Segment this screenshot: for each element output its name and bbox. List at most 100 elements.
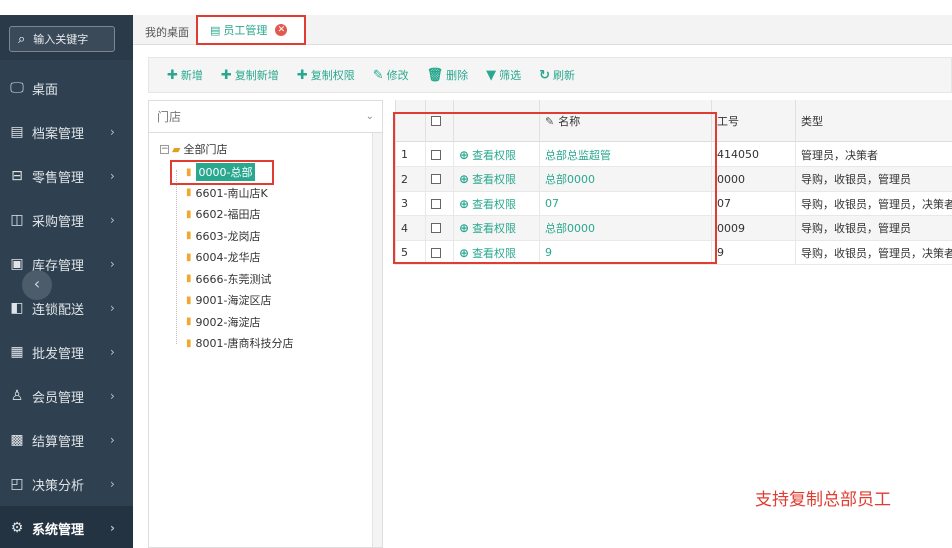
sidebar-item-3[interactable]: ⊟ 零售管理 › — [0, 154, 133, 198]
table-row[interactable]: 4 ⊕ 查看权限 总部0000 0009 导购，收银员，管理员 — [396, 215, 952, 241]
header-checkbox-cell — [426, 100, 454, 142]
row-checkbox[interactable] — [431, 174, 441, 184]
store-file-icon: ▮ — [186, 337, 192, 349]
table-row[interactable]: 2 ⊕ 查看权限 总部0000 0000 导购，收银员，管理员 — [396, 166, 952, 192]
tree-node-label: 6601-南山店K — [195, 186, 268, 200]
tree-node-store[interactable]: ▮ 6601-南山店K — [186, 185, 268, 201]
store-select-label: 门店 — [157, 110, 182, 124]
row-name[interactable]: 总部0000 — [540, 215, 712, 241]
row-number: 2 — [396, 166, 426, 192]
sidebar-item-label: 决策分析 — [32, 478, 85, 494]
row-number-text: 5 — [401, 246, 408, 259]
view-permission-link[interactable]: ⊕ 查看权限 — [459, 171, 516, 187]
row-checkbox[interactable] — [431, 198, 441, 209]
row-type: 导购，收银员，管理员，决策者 — [796, 191, 952, 216]
sidebar-item-label: 采购管理 — [32, 214, 85, 230]
row-name[interactable]: 总部总监超管 — [540, 142, 712, 167]
header-name[interactable]: ✎ 名称 — [540, 100, 712, 142]
sidebar-item-1[interactable]: 🖵 桌面 — [0, 66, 133, 110]
collapse-toggle-icon[interactable]: − — [160, 144, 169, 154]
copy-permission-button-label: 复制权限 — [310, 69, 355, 82]
table-row[interactable]: 3 ⊕ 查看权限 07 07 导购，收银员，管理员，决策者 — [396, 191, 952, 216]
row-name[interactable]: 9 — [540, 240, 712, 265]
chevron-right-icon: › — [110, 389, 115, 403]
zoom-in-icon: ⊕ — [459, 196, 470, 211]
row-name[interactable]: 总部0000 — [540, 166, 712, 192]
sidebar-item-label: 会员管理 — [32, 390, 85, 406]
tree-root-node[interactable]: − ▰ 全部门店 — [160, 141, 227, 157]
search-input[interactable]: ⌕ 输入关键字 — [9, 26, 115, 52]
table-row[interactable]: 5 ⊕ 查看权限 9 9 导购，收银员，管理员，决策者 — [396, 240, 952, 265]
view-permission-link[interactable]: ⊕ 查看权限 — [459, 220, 516, 236]
tree-node-store[interactable]: ▮ 6004-龙华店 — [186, 249, 260, 265]
store-file-icon: ▮ — [186, 187, 192, 198]
row-type: 导购，收银员，管理员 — [796, 216, 952, 241]
row-checkbox[interactable] — [431, 223, 441, 233]
collapse-sidebar-button[interactable]: ‹ — [22, 270, 52, 300]
copy-add-button-label: 复制新增 — [234, 69, 279, 82]
sidebar-item-9[interactable]: ▩ 结算管理 › — [0, 418, 133, 462]
header-name-label: 名称 — [558, 115, 581, 128]
employee-name: 总部0000 — [545, 173, 595, 186]
archive-icon: ▤ — [10, 124, 24, 140]
employee-name: 总部0000 — [545, 222, 595, 235]
delete-button[interactable]: 🗑 删除 — [427, 67, 469, 83]
refresh-button[interactable]: ↻ 刷新 — [539, 67, 575, 83]
sidebar-item-2[interactable]: ▤ 档案管理 › — [0, 110, 133, 154]
row-checkbox[interactable] — [431, 149, 441, 160]
row-name[interactable]: 07 — [540, 191, 712, 216]
sidebar-item-label: 桌面 — [32, 82, 59, 98]
close-tab-icon[interactable]: ✕ — [275, 24, 288, 36]
sidebar-item-label: 结算管理 — [32, 434, 85, 450]
sidebar-item-7[interactable]: ▦ 批发管理 › — [0, 330, 133, 374]
view-permission-label: 查看权限 — [472, 197, 517, 211]
sidebar-item-4[interactable]: ◫ 采购管理 › — [0, 198, 133, 242]
tree-node-store[interactable]: ▮ 9002-海淀店 — [186, 314, 260, 330]
chevron-right-icon: › — [110, 301, 115, 315]
tab-employee-management[interactable]: ▤ 员工管理 ✕ — [196, 15, 306, 45]
chevron-right-icon: › — [110, 345, 115, 359]
row-permission: ⊕ 查看权限 — [454, 191, 540, 216]
tree-node-store[interactable]: ▮ 6602-福田店 — [186, 206, 260, 222]
zoom-in-icon: ⊕ — [459, 221, 470, 235]
view-permission-link[interactable]: ⊕ 查看权限 — [459, 196, 516, 212]
sidebar-item-6[interactable]: ◧ 连锁配送 › — [0, 286, 133, 330]
purchase-icon: ◫ — [10, 212, 24, 228]
add-button[interactable]: ✚ 新增 — [167, 67, 203, 83]
sidebar-item-11[interactable]: ⚙ 系统管理 › — [0, 506, 133, 548]
tree-node-store[interactable]: ▮ 9001-海淀区店 — [186, 292, 271, 308]
row-permission: ⊕ 查看权限 — [454, 240, 540, 265]
table-row[interactable]: 1 ⊕ 查看权限 总部总监超管 414050 管理员，决策者 — [396, 142, 952, 167]
select-all-checkbox[interactable] — [431, 116, 441, 126]
header-code[interactable]: 工号 — [712, 100, 796, 142]
tree-node-store[interactable]: ▮ 6666-东莞测试 — [186, 271, 271, 287]
employee-name: 07 — [545, 197, 559, 210]
tree-node-store[interactable]: ▮ 8001-唐商科技分店 — [186, 335, 293, 351]
edit-button[interactable]: ✎ 修改 — [373, 67, 409, 83]
tree-node-store[interactable]: ▮ 6603-龙岗店 — [186, 228, 260, 244]
store-select[interactable]: 门店 ⌄ — [149, 101, 382, 133]
tree-scrollbar[interactable] — [372, 133, 382, 547]
header-type[interactable]: 类型 — [796, 100, 952, 142]
row-number: 4 — [396, 215, 426, 241]
view-permission-link[interactable]: ⊕ 查看权限 — [459, 147, 516, 163]
filter-icon: ▼ — [486, 67, 497, 83]
employee-grid: ✎ 名称 工号 类型 1 ⊕ 查看权限 总部总监超管 414050 管理员，决策者 2 ⊕ 查看… — [395, 100, 952, 265]
tree-node-label: 0000-总部 — [195, 163, 256, 181]
tab-desktop[interactable]: 我的桌面 — [145, 24, 189, 40]
chevron-right-icon: › — [110, 125, 115, 139]
chevron-down-icon: ⌄ — [365, 111, 374, 122]
copy-add-button[interactable]: ✚ 复制新增 — [221, 67, 279, 83]
view-permission-link[interactable]: ⊕ 查看权限 — [459, 245, 516, 261]
row-checkbox-cell — [426, 191, 454, 216]
sidebar-item-5[interactable]: ▣ 库存管理 › — [0, 242, 133, 286]
view-permission-label: 查看权限 — [472, 222, 517, 235]
sidebar-item-8[interactable]: ♙ 会员管理 › — [0, 374, 133, 418]
tree-node-store[interactable]: ▮ 0000-总部 — [186, 163, 256, 181]
edit-column-icon: ✎ — [545, 114, 555, 128]
filter-button[interactable]: ▼ 筛选 — [486, 67, 521, 83]
sidebar-item-10[interactable]: ◰ 决策分析 › — [0, 462, 133, 506]
tree-node-label: 8001-唐商科技分店 — [195, 337, 294, 350]
row-checkbox[interactable] — [431, 247, 441, 258]
copy-permission-button[interactable]: ✚ 复制权限 — [297, 67, 355, 83]
